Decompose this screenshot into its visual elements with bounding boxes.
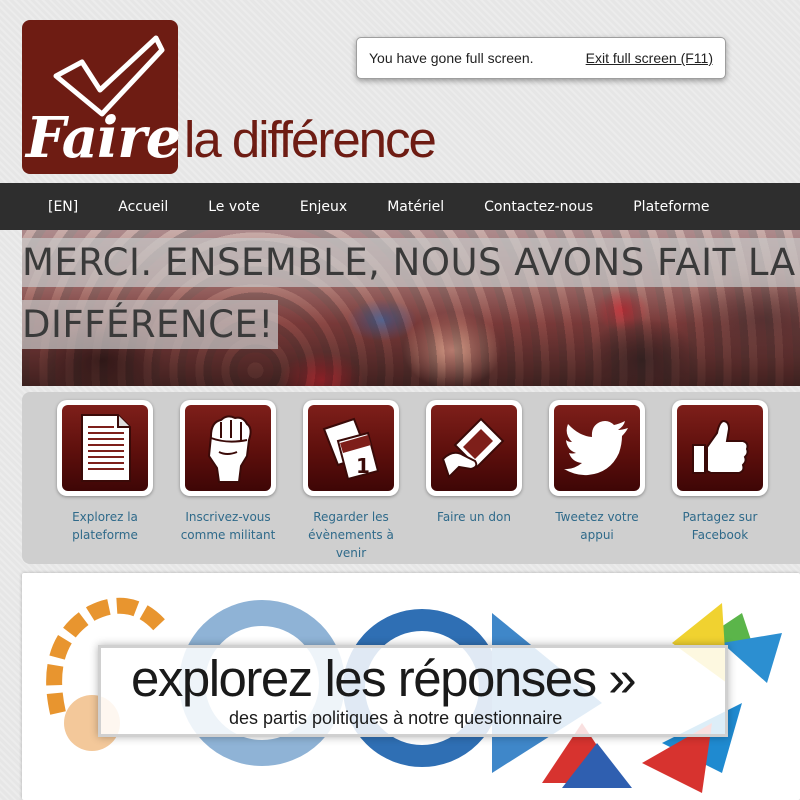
hero-headline-line-2: DIFFÉRENCE! <box>22 300 278 349</box>
nav-item-accueil[interactable]: Accueil <box>98 199 188 215</box>
raised-fist-icon <box>207 415 252 483</box>
action-tile[interactable] <box>426 400 522 496</box>
nav-item-enjeux[interactable]: Enjeux <box>280 199 367 215</box>
action-tile[interactable] <box>57 400 153 496</box>
banner-subtitle: des partis politiques à notre questionna… <box>229 708 563 728</box>
banner-title[interactable]: explorez les réponses » <box>131 652 637 706</box>
nav-item-le-vote[interactable]: Le vote <box>188 199 280 215</box>
action-share-facebook[interactable]: Partagez sur Facebook <box>665 400 775 544</box>
logo-word: Faire <box>26 105 181 171</box>
logo-word-wrap: Faire <box>24 110 181 174</box>
action-label[interactable]: Explorez la plateforme <box>50 508 160 544</box>
thumbs-up-icon <box>692 419 749 474</box>
action-donate[interactable]: Faire un don <box>419 400 529 526</box>
action-view-events[interactable]: 1 Regarder les évènements à venir <box>296 400 406 562</box>
action-label[interactable]: Faire un don <box>419 508 529 526</box>
action-explore-platform[interactable]: Explorez la plateforme <box>50 400 160 544</box>
fullscreen-message: You have gone full screen. <box>369 50 534 66</box>
main-nav: [EN] Accueil Le vote Enjeux Matériel Con… <box>0 183 800 230</box>
nav-item-plateforme[interactable]: Plateforme <box>613 199 729 215</box>
action-label[interactable]: Regarder les évènements à venir <box>296 508 406 562</box>
exit-fullscreen-link[interactable]: Exit full screen (F11) <box>586 50 713 66</box>
nav-item-language[interactable]: [EN] <box>0 199 98 215</box>
hero-headline-line-1: MERCI. ENSEMBLE, NOUS AVONS FAIT LA <box>22 238 800 287</box>
action-tile[interactable] <box>549 400 645 496</box>
svg-text:1: 1 <box>356 454 370 478</box>
logo-tagline: la différence <box>184 111 437 168</box>
action-tile[interactable] <box>180 400 276 496</box>
action-label[interactable]: Inscrivez-vous comme militant <box>173 508 283 544</box>
nav-item-materiel[interactable]: Matériel <box>367 199 464 215</box>
fullscreen-notice: You have gone full screen. Exit full scr… <box>356 37 726 79</box>
banner-caption-box[interactable]: explorez les réponses » des partis polit… <box>98 645 728 737</box>
action-tile[interactable] <box>672 400 768 496</box>
explore-answers-banner[interactable]: explorez les réponses » des partis polit… <box>22 573 800 800</box>
action-register-militant[interactable]: Inscrivez-vous comme militant <box>173 400 283 544</box>
calendar-icon: 1 <box>322 417 380 481</box>
action-label[interactable]: Partagez sur Facebook <box>665 508 775 544</box>
nav-item-contactez-nous[interactable]: Contactez-nous <box>464 199 613 215</box>
action-label[interactable]: Tweetez votre appui <box>542 508 652 544</box>
action-tile[interactable]: 1 <box>303 400 399 496</box>
donation-card-icon <box>441 417 505 479</box>
twitter-bird-icon <box>564 421 628 476</box>
action-panel: Explorez la plateforme Inscrivez-vous co… <box>22 392 800 564</box>
action-tweet-support[interactable]: Tweetez votre appui <box>542 400 652 544</box>
document-icon <box>81 414 131 482</box>
hero-banner: MERCI. ENSEMBLE, NOUS AVONS FAIT LA DIFF… <box>22 230 800 386</box>
